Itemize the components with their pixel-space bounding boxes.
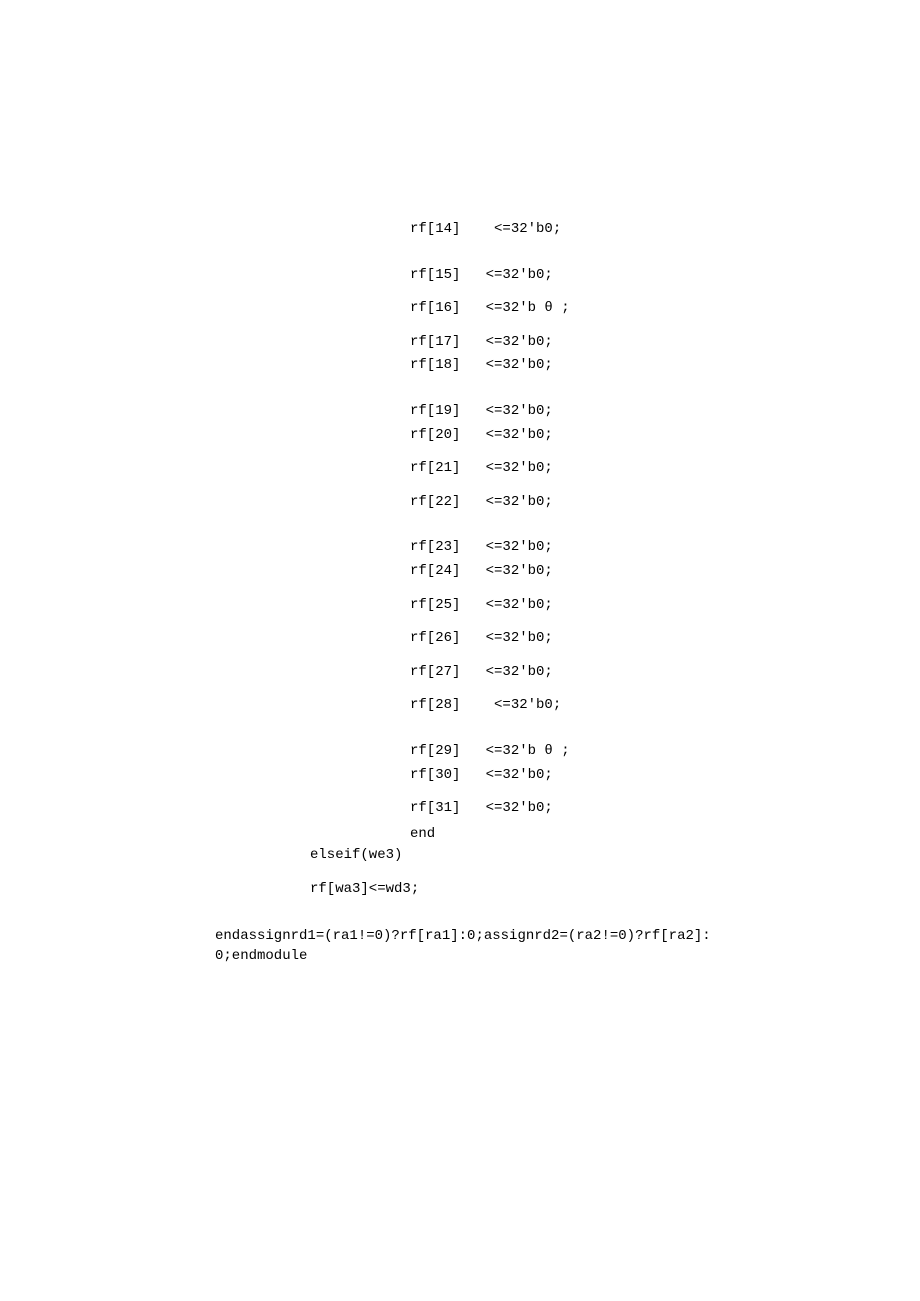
assignment-line: rf[21] <=32'b0; — [410, 459, 920, 479]
assignment-line: rf[17] <=32'b0; — [410, 333, 920, 353]
assignment-line: rf[20] <=32'b0; — [410, 426, 920, 446]
assignment-line: rf[31] <=32'b0; — [410, 799, 920, 819]
assignment-line: rf[25] <=32'b0; — [410, 596, 920, 616]
assignment-line: rf[22] <=32'b0; — [410, 493, 920, 513]
end-text: end — [410, 826, 435, 842]
assignment-line: rf[18] <=32'b0; — [410, 356, 920, 376]
assignment-line: rf[19] <=32'b0; — [410, 402, 920, 422]
assignment-line: rf[14] <=32'b0; — [410, 220, 920, 240]
assignment-line: rf[29] <=32'b θ ; — [410, 742, 920, 762]
assignment-line: rf[28] <=32'b0; — [410, 696, 920, 716]
assignment-line: rf[24] <=32'b0; — [410, 562, 920, 582]
assignment-line: rf[15] <=32'b0; — [410, 266, 920, 286]
assignment-block: rf[14] <=32'b0; rf[15] <=32'b0; rf[16] <=3… — [410, 220, 920, 819]
assignment-line: rf[26] <=32'b0; — [410, 629, 920, 649]
assignment-line: rf[16] <=32'b θ ; — [410, 299, 920, 319]
assignment-line: rf[27] <=32'b0; — [410, 663, 920, 683]
elseif-line: elseif(we3) — [310, 846, 920, 866]
rf-write-line: rf[wa3]<=wd3; — [310, 880, 920, 900]
assignment-line: rf[30] <=32'b0; — [410, 766, 920, 786]
end-assign-block: endassignrd1=(ra1!=0)?rf[ra1]:0;assignrd… — [215, 927, 720, 966]
end-keyword: end — [410, 825, 920, 845]
document-page: rf[14] <=32'b0; rf[15] <=32'b0; rf[16] <=3… — [0, 0, 920, 1301]
assignment-line: rf[23] <=32'b0; — [410, 538, 920, 558]
